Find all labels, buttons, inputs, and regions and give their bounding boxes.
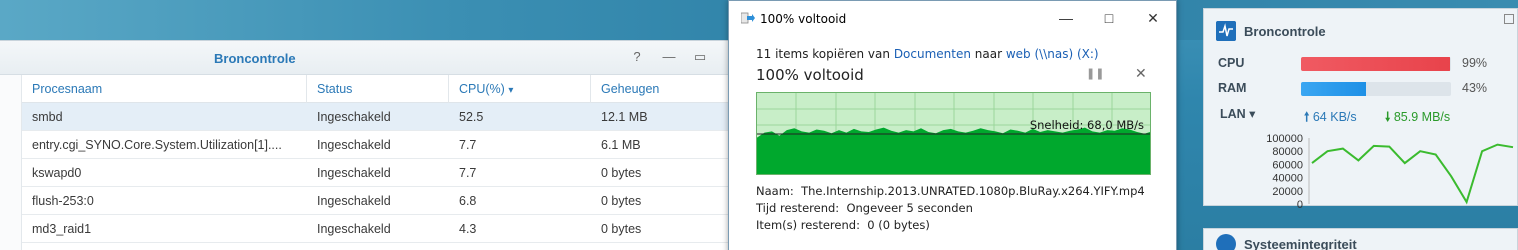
upload-arrow-icon: 🠕 <box>1304 110 1310 124</box>
table-header: Procesnaam Status CPU(%) ▾ Geheugen <box>22 74 740 103</box>
ram-label: RAM <box>1218 81 1247 95</box>
process-status: Ingeschakeld <box>317 193 391 208</box>
process-name: flush-253:0 <box>32 193 94 208</box>
download-arrow-icon: 🠗 <box>1385 110 1391 124</box>
y-tick-label: 80000 <box>1272 146 1303 158</box>
y-tick-label: 60000 <box>1272 159 1303 171</box>
process-memory: 0 bytes <box>601 193 642 208</box>
process-status: Ingeschakeld <box>317 165 391 180</box>
pause-icon[interactable]: ❚❚ <box>1086 67 1104 80</box>
copy-summary-mid: naar <box>970 47 1006 61</box>
ram-percent: 43% <box>1462 81 1488 95</box>
copy-progress-dialog: 100% voltooid — □ ✕ 11 items kopiëren va… <box>728 0 1177 250</box>
copy-dialog-title: 100% voltooid <box>760 12 847 26</box>
lan-download: 🠗 85.9 MB/s <box>1385 108 1450 129</box>
cpu-bar-fill <box>1301 57 1450 71</box>
process-cpu: 7.7 <box>459 165 477 180</box>
lan-download-value: 85.9 MB/s <box>1393 110 1451 124</box>
info-icon <box>1216 234 1236 250</box>
system-health-widget: Systeemintegriteit <box>1203 228 1518 250</box>
system-health-title: Systeemintegriteit <box>1244 237 1357 250</box>
destination-folder-link[interactable]: web (\\nas) (X:) <box>1006 47 1099 61</box>
process-memory: 0 bytes <box>601 221 642 236</box>
speed-graph-svg <box>757 93 1150 174</box>
process-memory: 0 bytes <box>601 165 642 180</box>
resource-monitor-window: Broncontrole ? — ▭ Procesnaam Status CPU… <box>0 40 740 250</box>
speed-area <box>757 127 1150 174</box>
column-header-geheugen[interactable]: Geheugen <box>591 74 740 103</box>
transfer-speed-graph: Snelheid: 68,0 MB/s <box>756 92 1151 175</box>
minimize-button[interactable]: — <box>662 50 676 64</box>
y-tick-label: 0 <box>1297 199 1303 211</box>
lan-dropdown[interactable]: LAN ▾ <box>1220 106 1255 122</box>
widget-expand-icon[interactable] <box>1504 14 1514 24</box>
cancel-icon[interactable]: ✕ <box>1135 65 1147 82</box>
cpu-label: CPU <box>1218 56 1245 70</box>
table-row[interactable]: md3_raid1 Ingeschakeld 4.3 0 bytes <box>22 215 740 243</box>
process-cpu: 6.8 <box>459 193 477 208</box>
name-label: Naam: <box>756 184 794 198</box>
copy-summary: 11 items kopiëren van Documenten naar we… <box>756 47 1099 61</box>
table-row[interactable]: kswapd0 Ingeschakeld 7.7 0 bytes <box>22 159 740 187</box>
column-header-status[interactable]: Status <box>307 74 449 103</box>
sort-desc-icon: ▾ <box>508 84 514 96</box>
time-label: Tijd resterend: <box>756 201 840 215</box>
process-memory: 6.1 MB <box>601 137 641 152</box>
process-name: md3_raid1 <box>32 221 92 236</box>
resource-widget: Broncontrole CPU 99% RAM 43% LAN ▾ 🠕 64 … <box>1203 8 1518 211</box>
percent-complete: 100% voltooid <box>756 66 864 84</box>
minimize-icon[interactable]: — <box>1056 9 1076 27</box>
maximize-icon[interactable]: □ <box>1099 9 1119 27</box>
widget-title: Broncontrole <box>1244 24 1326 39</box>
copy-file-icon <box>741 12 755 24</box>
table-row[interactable]: entry.cgi_SYNO.Core.System.Utilization[1… <box>22 131 740 159</box>
source-folder-link[interactable]: Documenten <box>894 47 971 61</box>
process-name: kswapd0 <box>32 165 82 180</box>
process-status: Ingeschakeld <box>317 221 391 236</box>
items-label: Item(s) resterend: <box>756 218 860 232</box>
process-cpu: 52.5 <box>459 109 484 124</box>
column-header-cpu-label: CPU(%) <box>459 81 505 96</box>
process-status: Ingeschakeld <box>317 109 391 124</box>
maximize-button[interactable]: ▭ <box>693 50 707 64</box>
items-value: 0 (0 bytes) <box>867 218 930 232</box>
lan-upload: 🠕 64 KB/s <box>1304 108 1357 129</box>
process-cpu: 4.3 <box>459 221 477 236</box>
copy-details: Naam: The.Internship.2013.UNRATED.1080p.… <box>756 183 1145 234</box>
resource-monitor-titlebar: Broncontrole ? — ▭ <box>0 41 740 75</box>
process-name: entry.cgi_SYNO.Core.System.Utilization[1… <box>32 137 282 152</box>
process-name: smbd <box>32 109 63 124</box>
copy-dialog-titlebar: 100% voltooid — □ ✕ <box>729 1 1176 35</box>
copy-summary-prefix: 11 items kopiëren van <box>756 47 894 61</box>
resource-monitor-title: Broncontrole <box>214 51 296 66</box>
table-row[interactable]: flush-253:0 Ingeschakeld 6.8 0 bytes <box>22 187 740 215</box>
ram-bar <box>1301 82 1451 96</box>
lan-throughput-line <box>1311 143 1514 205</box>
ram-bar-fill <box>1301 82 1366 96</box>
table-row[interactable]: smbd Ingeschakeld 52.5 12.1 MB <box>22 103 740 131</box>
time-value: Ongeveer 5 seconden <box>846 201 973 215</box>
monitor-icon <box>1216 21 1236 41</box>
name-value: The.Internship.2013.UNRATED.1080p.BluRay… <box>801 184 1145 198</box>
speed-label: Snelheid: 68,0 MB/s <box>1029 118 1144 132</box>
process-table: Procesnaam Status CPU(%) ▾ Geheugen smbd… <box>22 74 740 243</box>
cpu-percent: 99% <box>1462 56 1488 70</box>
cpu-bar <box>1301 57 1451 71</box>
lan-upload-value: 64 KB/s <box>1312 110 1357 124</box>
close-icon[interactable]: ✕ <box>1143 9 1163 27</box>
help-button[interactable]: ? <box>630 50 644 64</box>
y-tick-label: 20000 <box>1272 186 1303 198</box>
column-header-cpu[interactable]: CPU(%) ▾ <box>449 74 591 103</box>
y-tick-label: 40000 <box>1272 173 1303 185</box>
process-status: Ingeschakeld <box>317 137 391 152</box>
process-memory: 12.1 MB <box>601 109 648 124</box>
y-tick-label: 100000 <box>1266 134 1303 145</box>
lan-throughput-chart: 1000008000060000 40000200000 <box>1266 134 1514 211</box>
process-cpu: 7.7 <box>459 137 477 152</box>
column-header-procesnaam[interactable]: Procesnaam <box>22 74 307 103</box>
left-sidebar <box>0 75 22 250</box>
